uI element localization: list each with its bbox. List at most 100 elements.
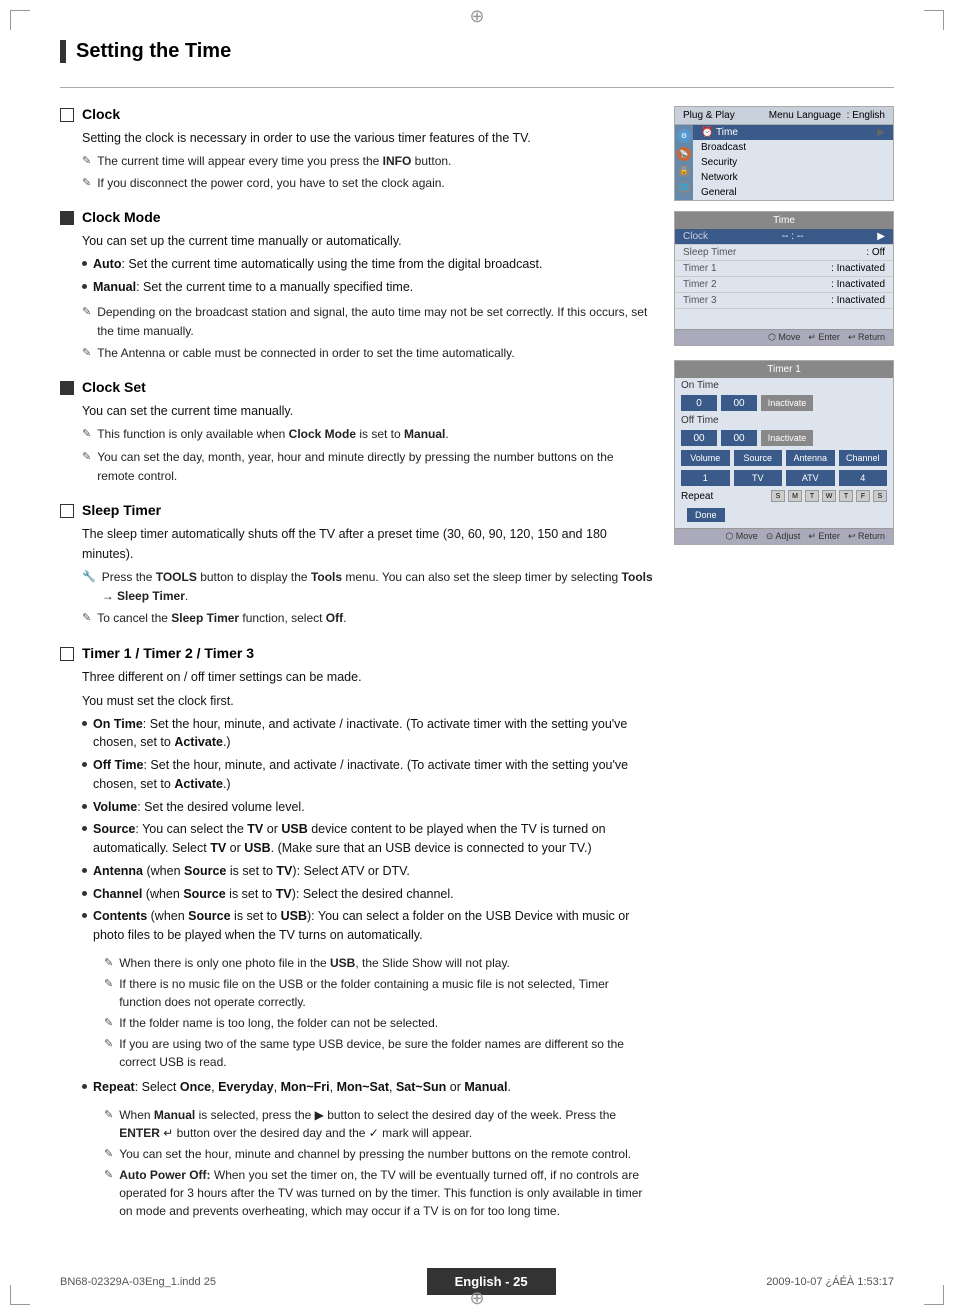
timer-bullets: On Time: Set the hour, minute, and activ… [82, 715, 654, 1223]
volume-source-box[interactable]: Volume [681, 450, 730, 466]
timer1-panel: Timer 1 On Time 0 00 Inactivate Off Time… [674, 360, 894, 545]
clock-row-arrow: ▶ [877, 231, 885, 242]
source-source-box[interactable]: Source [734, 450, 783, 466]
time-row-timer1: Timer 1 : Inactivated [675, 261, 893, 277]
bullet-volume-text: Volume: Set the desired volume level. [93, 798, 305, 817]
arrow-right-time: ▶ [877, 127, 885, 138]
sleep-timer-title: Sleep Timer [82, 502, 161, 518]
bullet-manual: Manual: Set the current time to a manual… [82, 278, 654, 297]
bullet-dot-repeat [82, 1084, 87, 1089]
pencil-icon-6: ✎ [82, 449, 91, 467]
on-min-input[interactable]: 00 [721, 395, 757, 411]
on-hour-input[interactable]: 0 [681, 395, 717, 411]
day-thu[interactable]: T [839, 490, 853, 502]
timer-intro-2: You must set the clock first. [82, 691, 654, 711]
time-row-timer2: Timer 2 : Inactivated [675, 277, 893, 293]
clock-note-1-text: The current time will appear every time … [97, 152, 451, 171]
time-row-sleep: Sleep Timer : Off [675, 245, 893, 261]
time-panel-spacer [675, 309, 893, 329]
clock-set-body: You can set the current time manually. ✎… [82, 401, 654, 486]
bullet-repeat: Repeat: Select Once, Everyday, Mon~Fri, … [82, 1078, 654, 1223]
timer-intro-1: Three different on / off timer settings … [82, 667, 654, 687]
timer2-row-value: : Inactivated [831, 279, 885, 290]
pencil-icon-7: ✎ [82, 610, 91, 628]
clock-mode-checkbox [60, 211, 74, 225]
clock-intro: Setting the clock is necessary in order … [82, 128, 654, 148]
clock-mode-header: Clock Mode [60, 209, 654, 225]
network-icon: 🌐 [678, 181, 690, 193]
menu-lang-value: Menu Language : English [769, 110, 885, 121]
contents-sub-notes: ✎ When there is only one photo file in t… [104, 954, 654, 1074]
pencil-icon-3: ✎ [82, 304, 91, 322]
timer3-row-label: Timer 3 [683, 295, 717, 306]
bullet-contents-text: Contents (when Source is set to USB): Yo… [93, 907, 654, 945]
title-divider [60, 87, 894, 88]
off-inactivate-btn[interactable]: Inactivate [761, 430, 813, 446]
sleep-timer-note-cancel: ✎ To cancel the Sleep Timer function, se… [82, 609, 654, 628]
clock-mode-note-1: ✎ Depending on the broadcast station and… [82, 303, 654, 341]
clock-mode-title: Clock Mode [82, 209, 161, 225]
volume-value-box[interactable]: 1 [681, 470, 730, 486]
repeat-label: Repeat [681, 491, 713, 502]
repeat-sub-notes: ✎ When Manual is selected, press the ▶ b… [104, 1106, 654, 1223]
day-mon[interactable]: M [788, 490, 802, 502]
bullet-repeat-text: Repeat: Select Once, Everyday, Mon~Fri, … [93, 1078, 511, 1097]
menu-row-network: Network [693, 170, 893, 185]
bullet-dot-contents [82, 913, 87, 918]
pencil-icon-11: ✎ [104, 1036, 113, 1053]
text-area: Clock Setting the clock is necessary in … [60, 106, 654, 1239]
timer1-panel-title: Timer 1 [675, 361, 893, 378]
menu-panel-top: Plug & Play Menu Language : English [675, 107, 893, 125]
day-wed[interactable]: W [822, 490, 836, 502]
sleep-timer-header: Sleep Timer [60, 502, 654, 518]
bullet-off-time: Off Time: Set the hour, minute, and acti… [82, 756, 654, 794]
page: ⊕ Setting the Time Clock Setting the clo… [0, 0, 954, 1315]
day-sat[interactable]: S [873, 490, 887, 502]
day-sun[interactable]: S [771, 490, 785, 502]
general-label: General [701, 187, 737, 198]
bullet-auto: Auto: Set the current time automatically… [82, 255, 654, 274]
bullet-dot-source [82, 826, 87, 831]
section-sleep-timer: Sleep Timer The sleep timer automaticall… [60, 502, 654, 629]
nav-return: ↩ Return [848, 332, 885, 343]
day-tue[interactable]: T [805, 490, 819, 502]
nav-move: ⬡ Move [768, 332, 800, 343]
t-nav-move: ⬡ Move [725, 531, 757, 542]
corner-mark-tl [10, 10, 30, 30]
timer1-panel-nav: ⬡ Move ⊙ Adjust ↵ Enter ↩ Return [675, 528, 893, 544]
off-min-input[interactable]: 00 [721, 430, 757, 446]
clock-set-header: Clock Set [60, 379, 654, 395]
bullet-source-text: Source: You can select the TV or USB dev… [93, 820, 654, 858]
clock-note-2: ✎ If you disconnect the power cord, you … [82, 174, 654, 193]
clock-note-1: ✎ The current time will appear every tim… [82, 152, 654, 171]
sleep-timer-intro: The sleep timer automatically shuts off … [82, 524, 654, 564]
menu-row-time: ⏰ Time ▶ [693, 125, 893, 140]
done-button[interactable]: Done [687, 508, 725, 522]
off-hour-input[interactable]: 00 [681, 430, 717, 446]
tools-icon: 🔧 [82, 569, 96, 587]
day-fri[interactable]: F [856, 490, 870, 502]
done-row: Done [675, 504, 893, 528]
timer2-row-label: Timer 2 [683, 279, 717, 290]
clock-mode-note-2: ✎ The Antenna or cable must be connected… [82, 344, 654, 363]
sleep-timer-note-tools-text: Press the TOOLS button to display the To… [102, 568, 654, 606]
bullet-dot-off-time [82, 762, 87, 767]
repeat-note-1: ✎ When Manual is selected, press the ▶ b… [104, 1106, 654, 1142]
time-row-timer3: Timer 3 : Inactivated [675, 293, 893, 309]
bullet-source: Source: You can select the TV or USB dev… [82, 820, 654, 858]
source-value-box[interactable]: TV [734, 470, 783, 486]
pencil-icon-14: ✎ [104, 1167, 113, 1184]
antenna-value-box[interactable]: ATV [786, 470, 835, 486]
contents-note-4-text: If you are using two of the same type US… [119, 1035, 654, 1071]
channel-value-box[interactable]: 4 [839, 470, 888, 486]
sidebar-panels: Plug & Play Menu Language : English ⚙ 📡 … [674, 106, 894, 1239]
channel-source-box[interactable]: Channel [839, 450, 888, 466]
clock-mode-bullets: Auto: Set the current time automatically… [82, 255, 654, 297]
clock-mode-note-1-text: Depending on the broadcast station and s… [97, 303, 654, 341]
setup-icon: ⚙ [677, 129, 691, 143]
security-icon: 🔒 [678, 165, 690, 177]
antenna-source-box[interactable]: Antenna [786, 450, 835, 466]
pencil-icon-12: ✎ [104, 1107, 113, 1124]
on-inactivate-btn[interactable]: Inactivate [761, 395, 813, 411]
pencil-icon-2: ✎ [82, 175, 91, 193]
